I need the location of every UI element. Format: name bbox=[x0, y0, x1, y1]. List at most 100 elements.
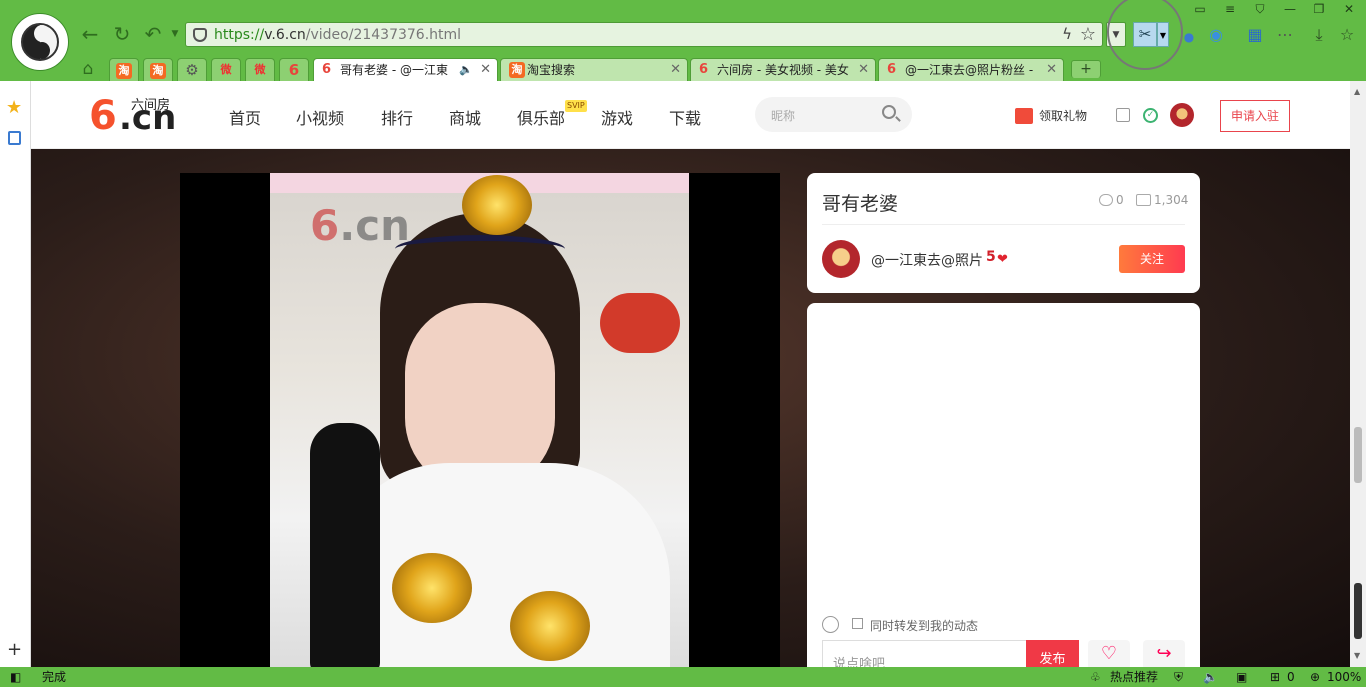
lightning-icon[interactable]: ϟ bbox=[1062, 25, 1072, 43]
secure-shield-icon bbox=[193, 28, 207, 42]
pinned-tab-weibo-1[interactable]: 微 bbox=[211, 58, 241, 81]
sidebar-collapse-icon[interactable]: ◧ bbox=[10, 667, 21, 687]
favorites-star-icon[interactable]: ★ bbox=[6, 97, 22, 118]
scroll-up-icon[interactable]: ▲ bbox=[1354, 87, 1360, 96]
gold-rose-icon bbox=[462, 175, 532, 235]
skin-shirt-icon[interactable]: ⛉ bbox=[1246, 0, 1274, 18]
svip-badge: SVIP bbox=[565, 100, 587, 112]
browser-sidebar: ★ + bbox=[0, 81, 31, 667]
pinned-tab-settings[interactable]: ⚙ bbox=[177, 58, 207, 81]
minimize-icon[interactable]: — bbox=[1276, 0, 1304, 18]
scroll-down-icon[interactable]: ▼ bbox=[1354, 651, 1360, 660]
undo-icon[interactable]: ↶ bbox=[141, 22, 165, 46]
play-count-icon bbox=[1136, 194, 1151, 206]
nav-short-video[interactable]: 小视频 bbox=[296, 105, 344, 129]
leaf-icon: ♧ bbox=[1090, 670, 1101, 684]
close-tab-icon[interactable]: ✕ bbox=[858, 59, 869, 81]
calculator-icon[interactable]: ▦ bbox=[1244, 24, 1266, 46]
gift-icon bbox=[1015, 108, 1033, 124]
favorites-star-icon[interactable]: ☆ bbox=[1336, 24, 1358, 46]
tab-label: 哥有老婆 - @一江東 bbox=[340, 63, 448, 77]
user-avatar[interactable] bbox=[1170, 103, 1194, 127]
new-tab-button[interactable]: + bbox=[1071, 60, 1101, 78]
close-tab-icon[interactable]: ✕ bbox=[670, 59, 681, 81]
nav-games[interactable]: 游戏 bbox=[601, 105, 633, 129]
video-frame[interactable]: 6.cn bbox=[270, 173, 689, 667]
pinned-tab-6cn[interactable]: 6 bbox=[279, 58, 309, 81]
author-avatar[interactable] bbox=[822, 240, 860, 278]
video-headband bbox=[395, 235, 565, 263]
reading-icon[interactable] bbox=[8, 131, 21, 145]
forward-checkbox[interactable] bbox=[852, 618, 863, 629]
home-icon[interactable]: ⌂ bbox=[76, 57, 100, 81]
nav-mall[interactable]: 商城 bbox=[449, 105, 481, 129]
scroll-thumb-secondary[interactable] bbox=[1354, 583, 1362, 639]
check-icon[interactable]: ✓ bbox=[1143, 108, 1158, 123]
tab-taobao-search[interactable]: 淘 淘宝搜索 ✕ bbox=[500, 58, 688, 81]
tab-author-fans[interactable]: 6 @一江東去@照片粉丝 - ✕ bbox=[878, 58, 1064, 81]
refresh-icon[interactable]: ↻ bbox=[110, 22, 134, 46]
briefcase-icon[interactable]: ▣ bbox=[1236, 667, 1247, 687]
back-arrow-icon[interactable]: ← bbox=[78, 22, 102, 46]
tab-video[interactable]: 6 哥有老婆 - @一江東 🔈 ✕ bbox=[313, 58, 498, 81]
nav-club[interactable]: 俱乐部 bbox=[517, 105, 565, 129]
volume-icon[interactable]: 🔈 bbox=[1203, 667, 1218, 687]
tab-label: 淘宝搜索 bbox=[527, 63, 576, 77]
apply-button[interactable]: 申请入驻 bbox=[1220, 100, 1290, 132]
small-blue-icon[interactable]: ● bbox=[1178, 26, 1200, 48]
download-icon[interactable]: ⤓ bbox=[1308, 24, 1330, 46]
weibo-icon: 微 bbox=[220, 63, 232, 76]
nav-home[interactable]: 首页 bbox=[229, 105, 261, 129]
restore-icon[interactable]: ❐ bbox=[1305, 0, 1333, 18]
zoom-icon[interactable]: ⊕ bbox=[1310, 667, 1320, 687]
hot-recommend[interactable]: 热点推荐 bbox=[1110, 667, 1158, 687]
add-sidebar-icon[interactable]: + bbox=[7, 639, 22, 660]
emoji-icon[interactable] bbox=[822, 616, 839, 633]
author-name[interactable]: @一江東去@照片 bbox=[871, 250, 983, 270]
six-cn-icon: 6 bbox=[887, 62, 897, 77]
pinned-tab-taobao-1[interactable]: 淘 bbox=[109, 58, 139, 81]
menu-icon[interactable]: ≡ bbox=[1216, 0, 1244, 18]
bookmark-star-icon[interactable]: ☆ bbox=[1080, 24, 1096, 45]
adblock-icon[interactable]: ⊞ bbox=[1270, 667, 1280, 687]
pinned-tab-weibo-2[interactable]: 微 bbox=[245, 58, 275, 81]
gear-icon: ⚙ bbox=[185, 61, 199, 79]
shield-icon[interactable]: ⛨ bbox=[1174, 667, 1183, 687]
heart-icon: ❤ bbox=[997, 252, 1008, 267]
claim-gift-link[interactable]: 领取礼物 bbox=[1015, 107, 1087, 124]
page-scrollbar[interactable]: ▲ ▼ bbox=[1350, 81, 1366, 667]
messenger-icon[interactable]: ◉ bbox=[1205, 24, 1227, 46]
tab-6cn-beauty[interactable]: 6 六间房 - 美女视频 - 美女 ✕ bbox=[690, 58, 876, 81]
speaker-icon[interactable]: 🔈 bbox=[459, 59, 473, 81]
browser-chrome: ← ↻ ↶ ▼ https://v.6.cn/video/21437376.ht… bbox=[0, 0, 1366, 81]
address-bar[interactable]: https://v.6.cn/video/21437376.html ϟ ☆ bbox=[185, 22, 1103, 47]
close-tab-icon[interactable]: ✕ bbox=[1046, 59, 1057, 81]
publish-button[interactable]: 发布 bbox=[1026, 640, 1079, 670]
url-text[interactable]: https://v.6.cn/video/21437376.html bbox=[214, 27, 461, 43]
pinned-tab-taobao-2[interactable]: 淘 bbox=[143, 58, 173, 81]
status-bar: ◧ 完成 ♧ 热点推荐 ⛨ 🔈 ▣ ⊞ 0 ⊕ 100% bbox=[0, 667, 1366, 687]
close-window-icon[interactable]: ✕ bbox=[1335, 0, 1363, 18]
scroll-thumb[interactable] bbox=[1354, 427, 1362, 483]
video-page-content: 6.cn 哥有老婆 0 1,304 @一江東去@照片 5 ❤ 关注 同时转发到我… bbox=[31, 149, 1350, 679]
share-button[interactable]: ↪分享 bbox=[1143, 640, 1185, 679]
video-player[interactable]: 6.cn bbox=[180, 173, 780, 667]
weibo-icon: 微 bbox=[254, 63, 266, 76]
nav-ranking[interactable]: 排行 bbox=[381, 105, 413, 129]
search-input[interactable]: 昵称 bbox=[755, 97, 912, 132]
more-dots-icon[interactable]: ⋯ bbox=[1274, 24, 1296, 46]
url-path: /video/21437376.html bbox=[305, 27, 462, 43]
close-tab-icon[interactable]: ✕ bbox=[480, 59, 491, 81]
like-button[interactable]: ♡点赞 bbox=[1088, 640, 1130, 679]
zoom-level[interactable]: 100% bbox=[1327, 667, 1361, 687]
edit-icon[interactable] bbox=[1116, 108, 1130, 122]
search-icon[interactable] bbox=[882, 105, 896, 119]
nav-download[interactable]: 下载 bbox=[669, 105, 701, 129]
six-cn-logo[interactable]: 6 .cn 六间房 bbox=[89, 94, 189, 138]
divider bbox=[822, 224, 1185, 225]
sidebar-toggle-icon[interactable]: ▭ bbox=[1186, 0, 1214, 18]
forward-label: 同时转发到我的动态 bbox=[870, 619, 979, 633]
undo-dropdown-icon[interactable]: ▼ bbox=[163, 22, 187, 46]
tab-bar: ⌂ 淘 淘 ⚙ 微 微 6 6 哥有老婆 - @一江東 🔈 ✕ 淘 淘宝搜索 ✕… bbox=[0, 58, 1366, 81]
follow-button[interactable]: 关注 bbox=[1119, 245, 1185, 273]
